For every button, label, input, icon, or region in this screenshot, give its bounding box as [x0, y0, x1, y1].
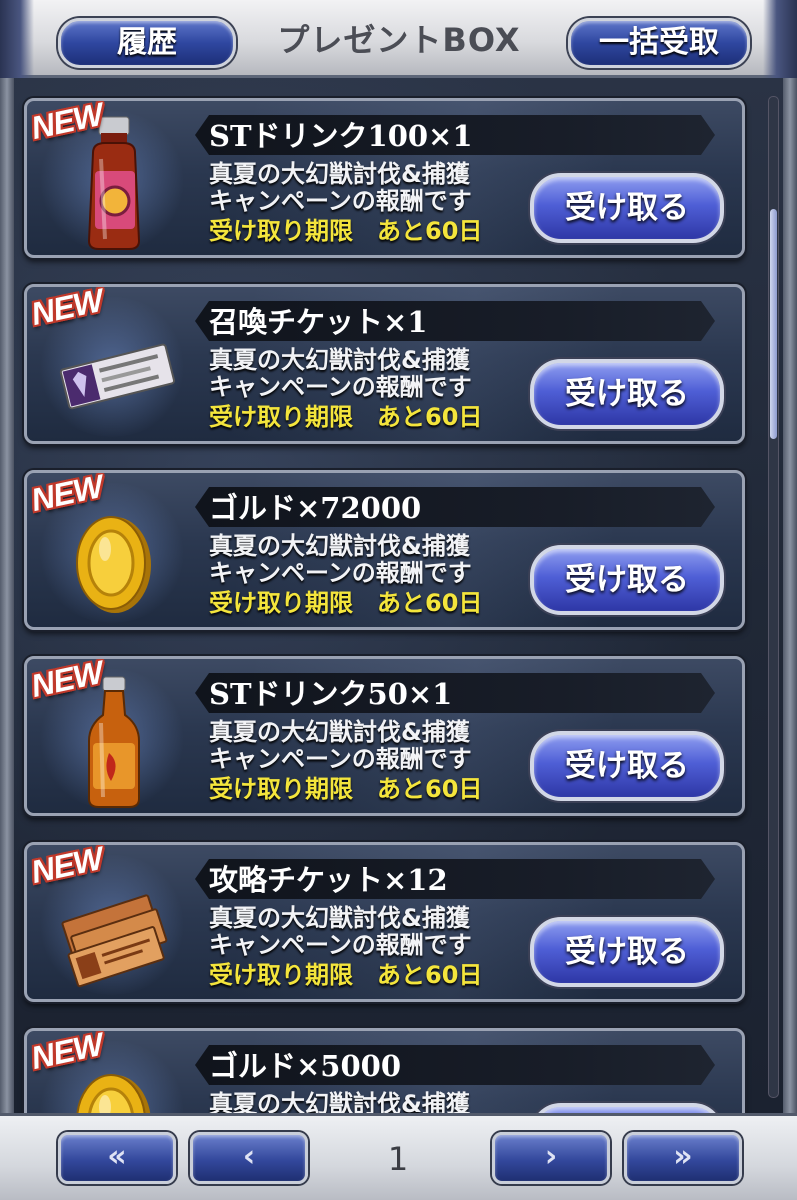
- item-name: ゴルド×72000: [209, 491, 422, 525]
- receive-button[interactable]: 受け取る: [530, 917, 724, 987]
- present-list[interactable]: NEW STドリンク100×1 真夏の大幻獣討伐&捕獲 キャンペーンの報酬です …: [0, 78, 797, 1113]
- bulk-receive-button[interactable]: 一括受取: [568, 18, 750, 68]
- last-page-button[interactable]: »: [624, 1132, 742, 1184]
- pagination-bar: « ‹ 1 › »: [0, 1113, 797, 1200]
- item-description: 真夏の大幻獣討伐&捕獲 キャンペーンの報酬です: [209, 160, 472, 215]
- item-name: STドリンク50×1: [209, 677, 453, 711]
- frame-left: [0, 78, 14, 1113]
- list-item: NEW STドリンク100×1 真夏の大幻獣討伐&捕獲 キャンペーンの報酬です …: [24, 98, 745, 258]
- item-description: 真夏の大幻獣討伐&捕獲 キャンペーンの報酬です: [209, 718, 472, 773]
- scrollbar[interactable]: [768, 96, 779, 1098]
- item-deadline: 受け取り期限 あと60日: [209, 775, 483, 803]
- item-name: 召喚チケット×1: [209, 305, 428, 339]
- list-item: NEW ゴルド×5000 真夏の大幻獣討伐&捕獲 受け取る: [24, 1028, 745, 1113]
- page-number: 1: [387, 1140, 409, 1178]
- list-item: NEW ゴルド×72000 真夏の大幻獣討伐&捕獲 キャンペーンの報酬です 受け…: [24, 470, 745, 630]
- item-deadline: 受け取り期限 あと60日: [209, 217, 483, 245]
- item-name: STドリンク100×1: [209, 119, 473, 153]
- prev-page-button[interactable]: ‹: [190, 1132, 308, 1184]
- item-description: 真夏の大幻獣討伐&捕獲 キャンペーンの報酬です: [209, 346, 472, 401]
- list-item: NEW 攻略チケット×12 真夏の大幻獣討伐&捕獲 キャンペーンの報酬です 受け…: [24, 842, 745, 1002]
- item-deadline: 受け取り期限 あと60日: [209, 403, 483, 431]
- receive-button[interactable]: 受け取る: [530, 545, 724, 615]
- item-deadline: 受け取り期限 あと60日: [209, 589, 483, 617]
- item-deadline: 受け取り期限 あと60日: [209, 961, 483, 989]
- item-name: 攻略チケット×12: [209, 863, 448, 897]
- next-page-button[interactable]: ›: [492, 1132, 610, 1184]
- receive-button[interactable]: 受け取る: [530, 359, 724, 429]
- list-item: NEW STドリンク50×1 真夏の大幻獣討伐&捕獲 キャンペーンの報酬です 受…: [24, 656, 745, 816]
- history-button[interactable]: 履歴: [58, 18, 236, 68]
- header-bar: 履歴 プレゼントBOX 一括受取: [0, 0, 797, 78]
- item-name: ゴルド×5000: [209, 1049, 402, 1083]
- scroll-thumb[interactable]: [770, 209, 777, 439]
- item-description: 真夏の大幻獣討伐&捕獲: [209, 1090, 470, 1114]
- page-title: プレゼントBOX: [277, 21, 521, 59]
- frame-right: [783, 78, 797, 1113]
- list-item: NEW 召喚チケット×1 真夏の大幻獣討伐&捕獲 キャンペーンの報酬です 受け取…: [24, 284, 745, 444]
- item-description: 真夏の大幻獣討伐&捕獲 キャンペーンの報酬です: [209, 904, 472, 959]
- receive-button[interactable]: 受け取る: [530, 731, 724, 801]
- receive-button[interactable]: 受け取る: [530, 1103, 724, 1113]
- item-description: 真夏の大幻獣討伐&捕獲 キャンペーンの報酬です: [209, 532, 472, 587]
- first-page-button[interactable]: «: [58, 1132, 176, 1184]
- receive-button[interactable]: 受け取る: [530, 173, 724, 243]
